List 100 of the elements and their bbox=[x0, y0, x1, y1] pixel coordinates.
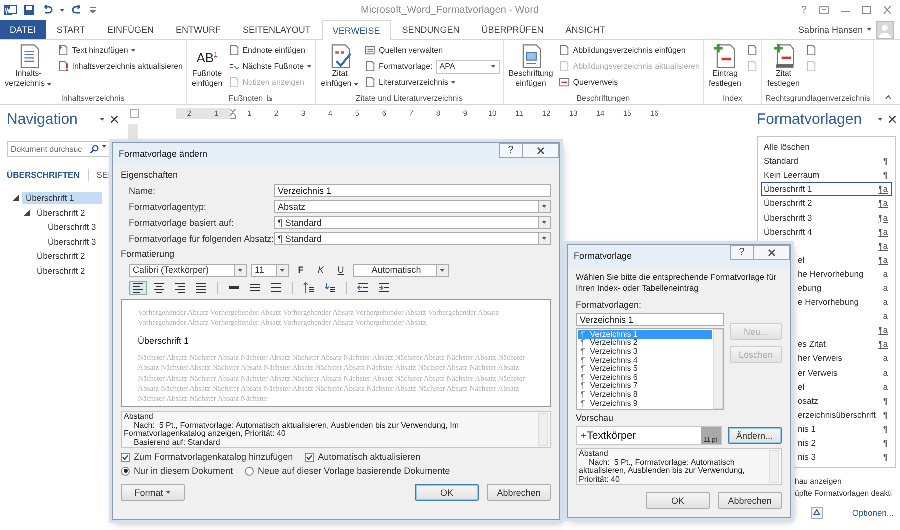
maximize-icon[interactable] bbox=[862, 6, 871, 14]
ribbon-button[interactable]: Text hinzufügen bbox=[58, 44, 183, 57]
user-name[interactable]: Sabrina Hansen bbox=[798, 24, 863, 34]
checkbox[interactable] bbox=[305, 452, 314, 462]
dialog-button[interactable]: Abbrechen bbox=[487, 484, 551, 501]
ribbon-tab[interactable]: ANSICHT bbox=[554, 20, 616, 39]
close-button[interactable] bbox=[523, 143, 559, 158]
ribbon-button[interactable]: Nächste Fußnote bbox=[228, 60, 312, 73]
style-item[interactable]: Überschrift 3 ¶a bbox=[761, 210, 892, 225]
style-item[interactable]: Alle löschen bbox=[761, 140, 892, 154]
radio-label[interactable]: Nur in diesem Dokument bbox=[134, 466, 234, 476]
help-button[interactable]: ? bbox=[499, 143, 523, 158]
help-button[interactable]: ? bbox=[801, 4, 807, 16]
style-item[interactable]: Kein Leerraum ¶ bbox=[761, 168, 892, 182]
customize-icon[interactable] bbox=[90, 7, 96, 13]
help-button[interactable]: ? bbox=[730, 245, 754, 260]
ribbon-button[interactable]: Inhalts- verzeichnis bbox=[3, 42, 54, 92]
heading-item[interactable]: Überschrift 1 bbox=[22, 192, 102, 204]
ribbon-tab[interactable]: START bbox=[46, 20, 97, 39]
ribbon-tab[interactable]: SENDUNGEN bbox=[391, 20, 471, 39]
heading-item[interactable]: Überschrift 2 bbox=[33, 250, 90, 262]
expand-arrow-icon[interactable] bbox=[13, 195, 19, 202]
save-icon[interactable] bbox=[24, 4, 35, 16]
text-field[interactable]: Verzeichnis 1 bbox=[274, 184, 551, 197]
search-icon[interactable] bbox=[90, 145, 99, 154]
undo-icon[interactable] bbox=[42, 5, 53, 15]
scrollbar[interactable] bbox=[712, 329, 723, 409]
ribbon-button[interactable]: Zitat festlegen bbox=[765, 42, 802, 92]
dialog-button[interactable]: Ändern... bbox=[728, 427, 782, 444]
size-dropdown[interactable]: 11 bbox=[251, 264, 289, 276]
app-logo-icon[interactable] bbox=[4, 4, 17, 16]
ribbon-button[interactable]: Eintrag festlegen bbox=[707, 42, 744, 92]
style-item[interactable]: Standard ¶ bbox=[761, 154, 892, 168]
list-item[interactable]: ¶ Verzeichnis 3 bbox=[578, 347, 712, 356]
list-item[interactable]: ¶ Verzeichnis 2 bbox=[578, 338, 712, 348]
heading-item[interactable]: Überschrift 3 bbox=[44, 221, 100, 234]
scrollbar[interactable] bbox=[769, 450, 779, 483]
search-field[interactable]: Dokument durchsuc bbox=[7, 141, 110, 157]
list-item[interactable]: ¶ Verzeichnis 4 bbox=[578, 356, 712, 364]
ribbon-button[interactable]: Endnote einfügen bbox=[228, 44, 312, 57]
ribbon-display-icon[interactable] bbox=[819, 6, 829, 14]
ribbon-button[interactable]: Inhaltsverzeichnis aktualisieren bbox=[58, 60, 183, 73]
style-dropdown[interactable]: APA bbox=[436, 60, 500, 74]
ribbon-tab[interactable]: VERWEISE bbox=[322, 20, 392, 40]
paragraph-button[interactable] bbox=[129, 281, 147, 295]
collapse-ribbon-icon[interactable] bbox=[885, 95, 892, 100]
ribbon-tab[interactable]: DATEI bbox=[0, 20, 46, 39]
heading-item[interactable]: Überschrift 2 bbox=[33, 264, 90, 277]
ribbon-tab[interactable]: SEITENLAYOUT bbox=[232, 20, 322, 39]
redo-icon[interactable] bbox=[72, 5, 83, 15]
list-item[interactable]: ¶ Verzeichnis 7 bbox=[578, 382, 712, 390]
options-link[interactable]: Optionen... bbox=[852, 508, 894, 518]
style-item[interactable]: Überschrift 2 ¶a bbox=[761, 196, 892, 210]
ribbon-tab[interactable]: ENTWURF bbox=[165, 20, 232, 39]
style-listbox[interactable]: ¶ Verzeichnis 1 ¶ Verzeichnis 2 ¶ Verzeichnis 3 ¶ Verzeichnis 4 ¶ Verzeichnis 5 ¶ Verzeichnis 6 ¶ Verzeichnis 7 ¶ Verzeichnis 8 ¶ Verzeichnis 9 bbox=[576, 328, 724, 410]
font-dropdown[interactable]: Calibri (Textkörper) bbox=[129, 264, 247, 276]
dialog-button[interactable]: OK bbox=[415, 484, 479, 501]
dialog-launcher-icon[interactable] bbox=[267, 95, 274, 101]
list-item[interactable]: ¶ Verzeichnis 5 bbox=[578, 364, 712, 373]
checkbox-label[interactable]: Zum Formatvorlagenkatalog hinzufügen bbox=[134, 452, 294, 462]
ribbon-tab[interactable]: ÜBERPRÜFEN bbox=[470, 20, 555, 39]
ribbon-tab[interactable]: EINFÜGEN bbox=[96, 20, 166, 39]
ribbon-button[interactable]: Quellen verwalten bbox=[365, 44, 500, 57]
checkbox[interactable] bbox=[121, 452, 130, 462]
dialog-button[interactable]: Format bbox=[121, 484, 185, 501]
expand-arrow-icon[interactable] bbox=[24, 210, 30, 216]
list-item[interactable]: ¶ Verzeichnis 9 bbox=[578, 398, 712, 408]
ribbon-button[interactable]: Querverweis bbox=[559, 76, 700, 89]
radio-button[interactable] bbox=[121, 466, 130, 476]
dropdown-field[interactable]: ¶ Standard bbox=[274, 232, 551, 245]
indent-marker-icon[interactable] bbox=[230, 108, 236, 118]
ribbon-button[interactable]: Beschriftung einfügen bbox=[506, 42, 556, 92]
radio-label[interactable]: Neue auf dieser Vorlage basierende Dokumente bbox=[258, 466, 450, 476]
manage-styles-icon[interactable] bbox=[811, 507, 823, 520]
dropdown-field[interactable]: ¶ Standard bbox=[274, 216, 551, 229]
underline-button[interactable]: U bbox=[333, 263, 349, 277]
dropdown-field[interactable]: Absatz bbox=[274, 200, 551, 213]
style-item[interactable]: Überschrift 1 ¶a bbox=[761, 182, 892, 196]
ribbon-button[interactable]: Literaturverzeichnis bbox=[365, 76, 500, 89]
close-icon[interactable] bbox=[111, 116, 118, 122]
bold-button[interactable]: F bbox=[293, 263, 309, 277]
color-dropdown[interactable]: Automatisch bbox=[353, 264, 449, 276]
style-item[interactable]: Überschrift 4 ¶a bbox=[761, 224, 892, 239]
checkbox-label[interactable]: Automatisch aktualisieren bbox=[318, 452, 421, 462]
close-icon[interactable] bbox=[889, 116, 896, 122]
list-item[interactable]: ¶ Verzeichnis 6 bbox=[578, 372, 712, 382]
ribbon-button[interactable]: Abbildungsverzeichnis einfügen bbox=[559, 44, 700, 57]
ribbon-button[interactable]: Zitat einfügen bbox=[319, 42, 361, 92]
heading-item[interactable]: Überschrift 3 bbox=[44, 236, 100, 248]
dialog-button[interactable]: OK bbox=[646, 492, 710, 509]
pane-tab[interactable]: ÜBERSCHRIFTEN bbox=[7, 170, 80, 180]
italic-button[interactable]: K bbox=[313, 263, 329, 277]
radio-button[interactable] bbox=[245, 466, 254, 476]
text-field[interactable]: Verzeichnis 1 bbox=[576, 313, 724, 326]
ribbon-button[interactable]: AB$^{1}$ Fußnote einfügen bbox=[190, 42, 225, 92]
heading-item[interactable]: Überschrift 2 bbox=[33, 206, 90, 219]
list-item[interactable]: ¶ Verzeichnis 8 bbox=[578, 390, 712, 399]
dialog-button[interactable]: Abbrechen bbox=[718, 492, 782, 509]
scrollbar[interactable] bbox=[538, 413, 548, 446]
close-button[interactable] bbox=[754, 245, 790, 260]
